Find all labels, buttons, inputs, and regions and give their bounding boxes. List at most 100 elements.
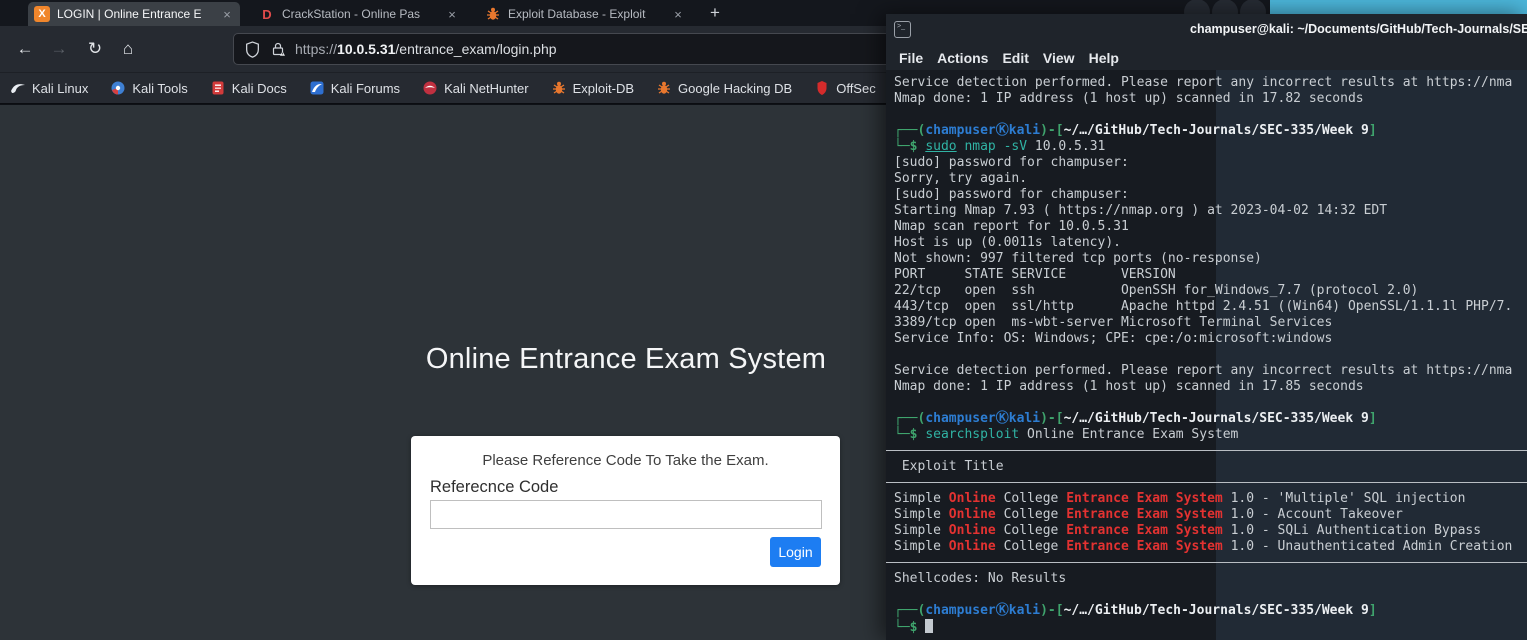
browser-tab[interactable]: D CrackStation - Online Pas × — [253, 2, 465, 26]
kali-tools-icon — [111, 81, 125, 95]
terminal-line: ┌──(champuserⓀkali)-[~/…/GitHub/Tech-Jou… — [894, 603, 1377, 618]
terminal-line: Simple Online College Entrance Exam Syst… — [894, 507, 1403, 522]
kali-nethunter-icon — [423, 81, 437, 95]
bookmark-item[interactable]: Kali Tools — [110, 80, 188, 96]
tab-close-icon[interactable]: × — [671, 7, 685, 22]
tab-title: LOGIN | Online Entrance E — [57, 7, 202, 21]
offsec-icon — [817, 81, 827, 95]
terminal-line: ┌──(champuserⓀkali)-[~/…/GitHub/Tech-Jou… — [894, 123, 1377, 138]
terminal-line: Service detection performed. Please repo… — [894, 75, 1513, 90]
reference-code-label: Referecnce Code — [430, 478, 559, 496]
terminal-line: Starting Nmap 7.93 ( https://nmap.org ) … — [894, 203, 1388, 218]
bookmark-item[interactable]: Kali Forums — [309, 80, 400, 96]
terminal-line: Exploit Title — [894, 459, 1004, 474]
bookmark-item[interactable]: Kali Docs — [210, 80, 287, 96]
tab-title: CrackStation - Online Pas — [282, 7, 421, 21]
terminal-line: └─$ searchsploit Online Entrance Exam Sy… — [894, 427, 1239, 442]
terminal-line: 3389/tcp open ms-wbt-server Microsoft Te… — [894, 315, 1333, 330]
terminal-line: Shellcodes: No Results — [894, 571, 1067, 586]
bookmark-label: OffSec — [836, 80, 876, 96]
crackstation-favicon: D — [262, 6, 272, 22]
terminal-separator — [886, 443, 1527, 459]
tab-title: Exploit Database - Exploit — [508, 7, 646, 21]
terminal-menu-file[interactable]: File — [899, 50, 923, 66]
terminal-line: Service detection performed. Please repo… — [894, 363, 1513, 378]
terminal-icon: >_ — [894, 21, 911, 38]
terminal-line: [sudo] password for champuser: — [894, 155, 1129, 170]
xampp-favicon: X — [34, 6, 50, 22]
terminal-line: Simple Online College Entrance Exam Syst… — [894, 539, 1513, 554]
forward-button[interactable]: → — [44, 34, 74, 64]
terminal-line: Nmap done: 1 IP address (1 host up) scan… — [894, 91, 1364, 106]
login-card: Please Reference Code To Take the Exam. … — [411, 436, 840, 585]
home-button[interactable]: ⌂ — [113, 34, 143, 64]
kali-docs-icon — [212, 81, 224, 95]
bug-icon — [552, 81, 565, 94]
login-button[interactable]: Login — [770, 537, 821, 567]
tab-close-icon[interactable]: × — [445, 7, 459, 22]
terminal-cursor — [925, 619, 934, 633]
terminal-line: ┌──(champuserⓀkali)-[~/…/GitHub/Tech-Jou… — [894, 411, 1377, 426]
terminal-screen[interactable]: Service detection performed. Please repo… — [886, 70, 1527, 640]
url-scheme: https:// — [295, 41, 338, 57]
bookmark-label: Kali Tools — [132, 80, 188, 96]
terminal-menu-actions[interactable]: Actions — [937, 50, 988, 66]
shield-icon[interactable] — [244, 40, 261, 58]
browser-tab[interactable]: Exploit Database - Exploit × — [479, 2, 691, 26]
url-host: 10.0.5.31 — [337, 41, 396, 57]
url-path: /entrance_exam/login.php — [395, 41, 557, 57]
terminal-window: >_ champuser@kali: ~/Documents/GitHub/Te… — [886, 14, 1527, 640]
terminal-line: └─$ — [894, 619, 1527, 635]
terminal-line: Service Info: OS: Windows; CPE: cpe:/o:m… — [894, 331, 1333, 346]
terminal-line: Nmap done: 1 IP address (1 host up) scan… — [894, 379, 1364, 394]
terminal-separator — [886, 475, 1527, 491]
browser-tab[interactable]: X LOGIN | Online Entrance E × — [28, 2, 240, 26]
terminal-line: Nmap scan report for 10.0.5.31 — [894, 219, 1129, 234]
terminal-line: Sorry, try again. — [894, 171, 1028, 186]
lock-warning-icon[interactable] — [270, 41, 286, 57]
bug-icon — [658, 81, 671, 94]
back-button[interactable]: ← — [10, 34, 40, 64]
terminal-title: champuser@kali: ~/Documents/GitHub/Tech-… — [1190, 22, 1527, 36]
terminal-menubar: File Actions Edit View Help — [886, 45, 1527, 70]
desktop: X LOGIN | Online Entrance E × D CrackStation… — [0, 0, 1527, 640]
tab-close-icon[interactable]: × — [220, 7, 234, 22]
bookmark-item[interactable]: OffSec — [814, 80, 876, 96]
reference-code-input[interactable] — [430, 500, 822, 529]
terminal-line: PORT STATE SERVICE VERSION — [894, 267, 1176, 282]
bookmark-item[interactable]: Kali Linux — [10, 80, 88, 96]
bookmark-label: Kali Forums — [330, 80, 401, 96]
terminal-titlebar: >_ champuser@kali: ~/Documents/GitHub/Te… — [886, 14, 1527, 45]
kali-dragon-icon — [11, 84, 25, 93]
terminal-line: Host is up (0.0011s latency). — [894, 235, 1121, 250]
kali-forums-icon — [310, 81, 324, 95]
terminal-line: [sudo] password for champuser: — [894, 187, 1129, 202]
bookmark-label: Kali Linux — [32, 80, 89, 96]
login-instruction: Please Reference Code To Take the Exam. — [482, 452, 769, 469]
bookmark-item[interactable]: Google Hacking DB — [656, 80, 792, 96]
bookmark-item[interactable]: Exploit-DB — [551, 80, 634, 96]
terminal-line: Not shown: 997 filtered tcp ports (no-re… — [894, 251, 1262, 266]
bookmark-label: Google Hacking DB — [678, 80, 793, 96]
terminal-line: Simple Online College Entrance Exam Syst… — [894, 491, 1466, 506]
terminal-separator — [886, 555, 1527, 571]
bookmark-item[interactable]: Kali NetHunter — [422, 80, 529, 96]
reload-button[interactable]: ↻ — [80, 34, 110, 64]
url-text: https://10.0.5.31/entrance_exam/login.ph… — [295, 41, 557, 57]
bookmark-label: Kali Docs — [231, 80, 287, 96]
bug-icon — [487, 7, 499, 20]
new-tab-button[interactable]: + — [703, 1, 727, 25]
terminal-line: 22/tcp open ssh OpenSSH for_Windows_7.7 … — [894, 283, 1419, 298]
terminal-menu-view[interactable]: View — [1043, 50, 1075, 66]
terminal-line: 443/tcp open ssl/http Apache httpd 2.4.5… — [894, 299, 1513, 314]
terminal-line: └─$ sudo nmap -sV 10.0.5.31 — [894, 139, 1106, 154]
bookmark-label: Kali NetHunter — [444, 80, 529, 96]
terminal-menu-edit[interactable]: Edit — [1002, 50, 1028, 66]
terminal-menu-help[interactable]: Help — [1089, 50, 1119, 66]
bookmark-label: Exploit-DB — [572, 80, 635, 96]
terminal-line: Simple Online College Entrance Exam Syst… — [894, 523, 1482, 538]
